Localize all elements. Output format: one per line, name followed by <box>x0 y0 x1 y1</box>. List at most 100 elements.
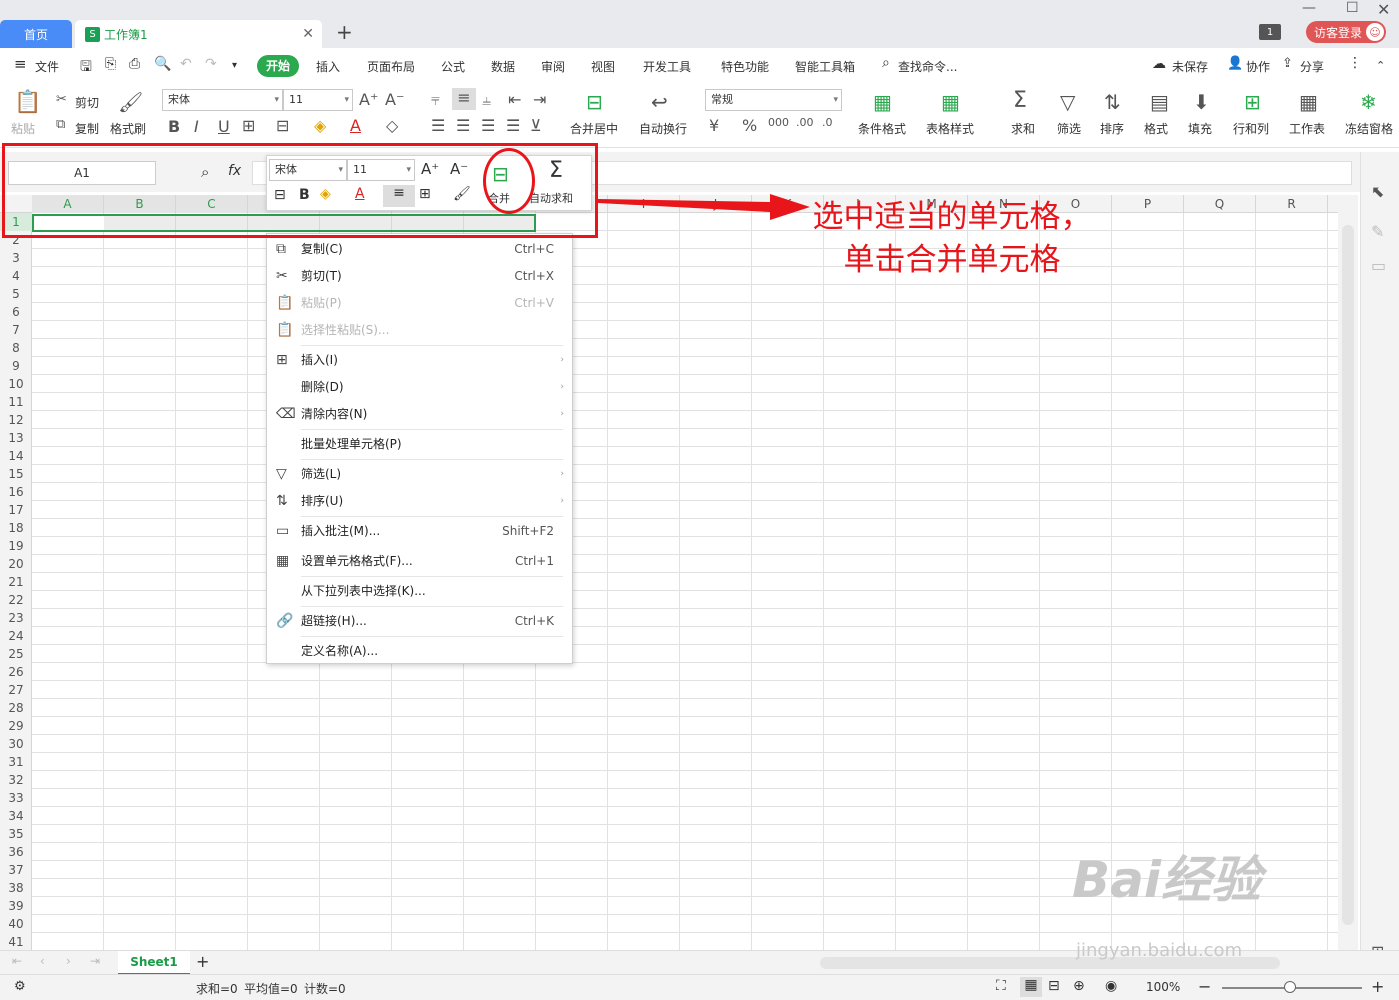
eye-icon[interactable]: ◉ <box>1105 978 1117 994</box>
paste-icon[interactable]: 📋 <box>14 90 41 115</box>
row-header-39[interactable]: 39 <box>0 899 32 913</box>
row-header-19[interactable]: 19 <box>0 539 32 553</box>
row-header-34[interactable]: 34 <box>0 809 32 823</box>
row-header-28[interactable]: 28 <box>0 701 32 715</box>
format-painter-button[interactable]: 格式刷 <box>110 120 146 137</box>
unsaved-status[interactable]: 未保存 <box>1172 58 1208 75</box>
menu-review[interactable]: 审阅 <box>541 58 565 75</box>
add-tab-icon[interactable]: + <box>336 20 353 44</box>
underline-icon[interactable]: U <box>218 117 230 136</box>
menu-view[interactable]: 视图 <box>591 58 615 75</box>
sort-button[interactable]: 排序 <box>1100 120 1124 137</box>
merge-center-button[interactable]: 合并居中 <box>570 120 618 137</box>
row-header-37[interactable]: 37 <box>0 863 32 877</box>
hamburger-icon[interactable]: ≡ <box>14 55 27 73</box>
row-col-button[interactable]: 行和列 <box>1233 120 1269 137</box>
row-header-16[interactable]: 16 <box>0 485 32 499</box>
column-header-r[interactable]: R <box>1256 195 1328 213</box>
tab-home[interactable]: 首页 <box>0 20 72 48</box>
menu-developer[interactable]: 开发工具 <box>643 58 691 75</box>
fill-color-icon[interactable]: ◈ <box>314 116 326 135</box>
row-header-25[interactable]: 25 <box>0 647 32 661</box>
conditional-format-icon[interactable]: ▦ <box>873 90 892 114</box>
zoom-out-icon[interactable]: − <box>1198 977 1211 996</box>
percent-icon[interactable]: % <box>742 116 757 135</box>
page-break-icon[interactable]: ⊟ <box>1048 978 1060 994</box>
row-header-17[interactable]: 17 <box>0 503 32 517</box>
context-menu-item[interactable]: 📋 选择性粘贴(S)... <box>267 318 572 342</box>
next-sheet-icon[interactable]: › <box>66 954 71 968</box>
decimal-decrease-icon[interactable]: .0 <box>822 116 833 129</box>
row-header-26[interactable]: 26 <box>0 665 32 679</box>
align-bottom-icon[interactable]: ⫨ <box>482 90 491 110</box>
number-format-select[interactable]: 常规 <box>705 89 842 111</box>
column-header-q[interactable]: Q <box>1184 195 1256 213</box>
border-icon[interactable]: ⊞ <box>242 116 255 135</box>
font-shrink-icon[interactable]: A⁻ <box>385 90 404 109</box>
row-header-20[interactable]: 20 <box>0 557 32 571</box>
context-menu-item[interactable]: 从下拉列表中选择(K)... <box>267 579 572 603</box>
context-menu-item[interactable]: ▦ 设置单元格格式(F)... Ctrl+1 <box>267 549 572 573</box>
format-button[interactable]: 格式 <box>1144 120 1168 137</box>
indent-decrease-icon[interactable]: ⇤ <box>508 90 521 109</box>
window-count-badge[interactable]: 1 <box>1259 24 1281 40</box>
indent-increase-icon[interactable]: ⇥ <box>533 90 546 109</box>
save-icon[interactable]: 🖫 <box>80 56 92 80</box>
align-center-icon[interactable]: ☰ <box>456 116 470 135</box>
add-sheet-icon[interactable]: + <box>196 952 209 971</box>
menu-insert[interactable]: 插入 <box>316 58 340 75</box>
context-menu-item[interactable]: 定义名称(A)... <box>267 639 572 663</box>
row-header-21[interactable]: 21 <box>0 575 32 589</box>
print-icon[interactable]: ⎙ <box>129 56 140 72</box>
cell-style-icon[interactable]: ⊟ <box>276 116 289 135</box>
row-header-23[interactable]: 23 <box>0 611 32 625</box>
fill-icon[interactable]: ⬇ <box>1193 90 1210 114</box>
login-button[interactable]: 访客登录 ☺ <box>1306 21 1386 43</box>
window-close-icon[interactable]: ✕ <box>1377 0 1390 19</box>
fill-button[interactable]: 填充 <box>1188 120 1212 137</box>
sum-icon[interactable]: Σ <box>1013 88 1027 113</box>
row-col-icon[interactable]: ⊞ <box>1244 90 1261 114</box>
menu-file[interactable]: 文件 <box>35 58 59 75</box>
clear-format-icon[interactable]: ◇ <box>386 116 398 135</box>
wrap-text-icon[interactable]: ↩ <box>651 90 668 114</box>
cut-button[interactable]: 剪切 <box>75 94 99 111</box>
align-middle-icon[interactable]: ≡ <box>452 88 476 110</box>
table-style-button[interactable]: 表格样式 <box>926 120 974 137</box>
row-header-32[interactable]: 32 <box>0 773 32 787</box>
row-header-14[interactable]: 14 <box>0 449 32 463</box>
currency-icon[interactable]: ¥ <box>709 116 719 135</box>
row-header-33[interactable]: 33 <box>0 791 32 805</box>
format-painter-icon[interactable]: 🖌 <box>118 90 143 114</box>
row-header-24[interactable]: 24 <box>0 629 32 643</box>
font-color-icon[interactable]: A <box>350 116 361 135</box>
context-menu-item[interactable]: ▭ 插入批注(M)... Shift+F2 <box>267 519 572 543</box>
menu-page-layout[interactable]: 页面布局 <box>367 58 415 75</box>
last-sheet-icon[interactable]: ⇥ <box>90 954 100 968</box>
table-style-icon[interactable]: ▦ <box>941 90 960 114</box>
menu-formula[interactable]: 公式 <box>441 58 465 75</box>
context-menu-item[interactable]: ▽ 筛选(L) › <box>267 462 572 486</box>
zoom-in-icon[interactable]: + <box>1371 977 1384 996</box>
cursor-icon[interactable]: ⬉ <box>1371 182 1384 201</box>
close-icon[interactable]: ✕ <box>302 26 314 42</box>
scissors-icon[interactable]: ✂ <box>56 92 67 107</box>
distribute-icon[interactable]: ⊻ <box>530 116 542 135</box>
collapse-ribbon-icon[interactable]: ⌃ <box>1376 59 1385 72</box>
context-menu-item[interactable]: 删除(D) › <box>267 375 572 399</box>
copy-icon[interactable]: ⧉ <box>56 117 65 132</box>
share-button[interactable]: 分享 <box>1300 58 1324 75</box>
font-size-select[interactable]: 11 <box>283 89 353 111</box>
sort-icon[interactable]: ⇅ <box>1104 90 1121 114</box>
column-header-p[interactable]: P <box>1112 195 1184 213</box>
row-header-30[interactable]: 30 <box>0 737 32 751</box>
copy-button[interactable]: 复制 <box>75 120 99 137</box>
row-header-12[interactable]: 12 <box>0 413 32 427</box>
panel-icon[interactable]: ▭ <box>1371 256 1386 275</box>
freeze-icon[interactable]: ❄ <box>1360 90 1377 114</box>
minimize-icon[interactable]: — <box>1302 0 1316 16</box>
decimal-increase-icon[interactable]: .00 <box>796 116 814 129</box>
context-menu-item[interactable]: ⧉ 复制(C) Ctrl+C <box>267 237 572 261</box>
collab-button[interactable]: 协作 <box>1246 58 1270 75</box>
filter-button[interactable]: 筛选 <box>1057 120 1081 137</box>
